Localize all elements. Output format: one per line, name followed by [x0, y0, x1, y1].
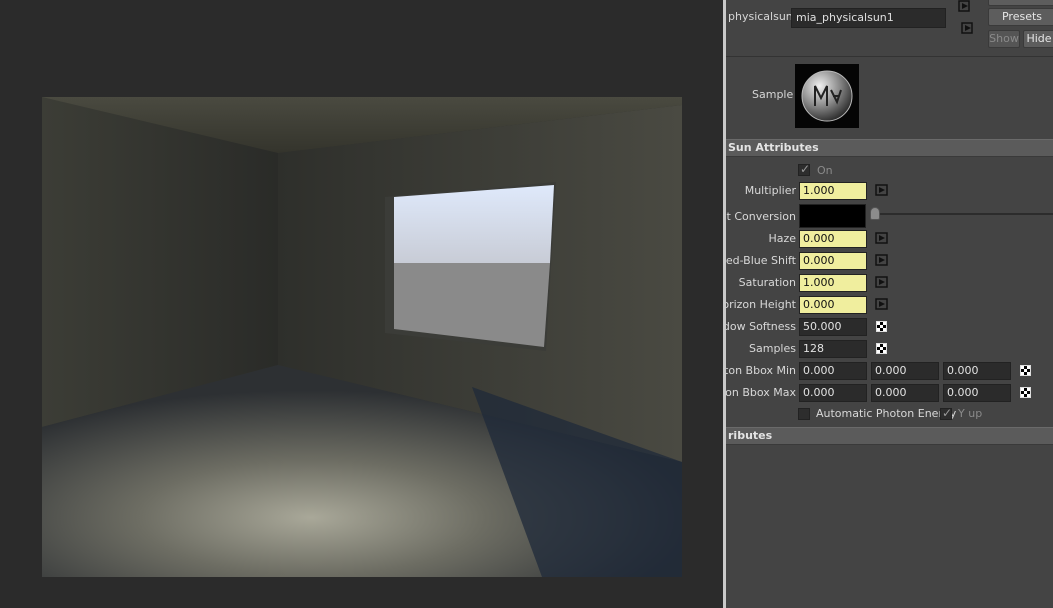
multiplier-row: Multiplier 1.000 — [726, 181, 1053, 201]
show-button[interactable]: Show — [988, 30, 1020, 48]
shadow-softness-label: adow Softness — [726, 320, 796, 333]
map-button-icon[interactable] — [875, 276, 888, 288]
presets-button[interactable]: Presets — [988, 8, 1053, 26]
photon-bbox-min-y-field[interactable]: 0.000 — [871, 362, 939, 380]
unit-conversion-swatch[interactable] — [799, 204, 866, 228]
photon-bbox-max-x-field[interactable]: 0.000 — [799, 384, 867, 402]
photon-bbox-min-x-field[interactable]: 0.000 — [799, 362, 867, 380]
red-blue-shift-label: Red-Blue Shift — [726, 254, 796, 267]
saturation-label: Saturation — [738, 276, 796, 289]
unit-conversion-label: nit Conversion — [726, 210, 796, 223]
extra-attributes-header[interactable]: ributes — [726, 427, 1053, 445]
photon-bbox-max-y-field[interactable]: 0.000 — [871, 384, 939, 402]
texture-map-icon[interactable] — [876, 321, 887, 332]
attribute-editor: physicalsun: mia_physicalsun1 Presets Sh… — [726, 0, 1053, 608]
samples-field[interactable]: 128 — [799, 340, 867, 358]
shadow-softness-row: adow Softness 50.000 — [726, 317, 1053, 337]
samples-row: Samples 128 — [726, 339, 1053, 359]
y-up-label: Y up — [958, 407, 983, 420]
texture-map-icon[interactable] — [1020, 387, 1031, 398]
on-row: ✓ On — [726, 161, 1053, 181]
y-up-checkbox[interactable]: ✓ — [940, 406, 953, 420]
horizon-height-row: Horizon Height 0.000 — [726, 295, 1053, 315]
automatic-photon-energy-label: Automatic Photon Energy — [816, 407, 957, 420]
separator — [726, 56, 1053, 57]
map-button-icon[interactable] — [875, 232, 888, 244]
photon-bbox-min-label: oton Bbox Min — [726, 364, 796, 377]
multiplier-label: Multiplier — [744, 184, 796, 197]
horizon-height-field[interactable]: 0.000 — [799, 296, 867, 314]
red-blue-shift-field[interactable]: 0.000 — [799, 252, 867, 270]
haze-field[interactable]: 0.000 — [799, 230, 867, 248]
multiplier-field[interactable]: 1.000 — [799, 182, 867, 200]
focus-input-icon[interactable] — [958, 0, 972, 12]
saturation-row: Saturation 1.000 — [726, 273, 1053, 293]
map-button-icon[interactable] — [875, 298, 888, 310]
check-icon: ✓ — [800, 162, 811, 176]
horizon-height-label: Horizon Height — [726, 298, 796, 311]
photon-bbox-max-row: oton Bbox Max 0.000 0.000 0.000 — [726, 383, 1053, 403]
node-name-field[interactable]: mia_physicalsun1 — [791, 8, 946, 28]
node-type-label: physicalsun: — [728, 10, 797, 23]
unit-conversion-slider-knob[interactable] — [870, 207, 880, 220]
sample-label: Sample — [752, 88, 794, 101]
texture-map-icon[interactable] — [876, 343, 887, 354]
map-button-icon[interactable] — [875, 184, 888, 196]
unit-conversion-row: nit Conversion — [726, 204, 1053, 230]
photon-bbox-min-row: oton Bbox Min 0.000 0.000 0.000 — [726, 361, 1053, 381]
focus-output-icon[interactable] — [961, 22, 975, 34]
node-name-row: physicalsun: mia_physicalsun1 Presets Sh… — [726, 0, 1053, 56]
samples-label: Samples — [749, 342, 796, 355]
render-view — [0, 0, 723, 608]
shadow-softness-field[interactable]: 50.000 — [799, 318, 867, 336]
map-button-icon[interactable] — [875, 254, 888, 266]
haze-row: Haze 0.000 — [726, 229, 1053, 249]
sample-swatch — [795, 64, 859, 128]
top-button[interactable] — [988, 0, 1053, 6]
sun-attributes-header[interactable]: Sun Attributes — [726, 139, 1053, 157]
unit-conversion-slider-track[interactable] — [873, 213, 1053, 215]
check-icon: ✓ — [942, 406, 953, 420]
on-label: On — [817, 164, 833, 177]
photon-options-row: Automatic Photon Energy ✓ Y up — [726, 404, 1053, 424]
automatic-photon-energy-checkbox[interactable] — [798, 408, 810, 420]
sample-row: Sample — [726, 58, 1053, 134]
haze-label: Haze — [768, 232, 796, 245]
photon-bbox-max-z-field[interactable]: 0.000 — [943, 384, 1011, 402]
texture-map-icon[interactable] — [1020, 365, 1031, 376]
photon-bbox-max-label: oton Bbox Max — [726, 386, 796, 399]
hide-button[interactable]: Hide — [1023, 30, 1053, 48]
photon-bbox-min-z-field[interactable]: 0.000 — [943, 362, 1011, 380]
saturation-field[interactable]: 1.000 — [799, 274, 867, 292]
render-image — [42, 97, 682, 577]
red-blue-shift-row: Red-Blue Shift 0.000 — [726, 251, 1053, 271]
on-checkbox[interactable]: ✓ — [798, 162, 811, 176]
